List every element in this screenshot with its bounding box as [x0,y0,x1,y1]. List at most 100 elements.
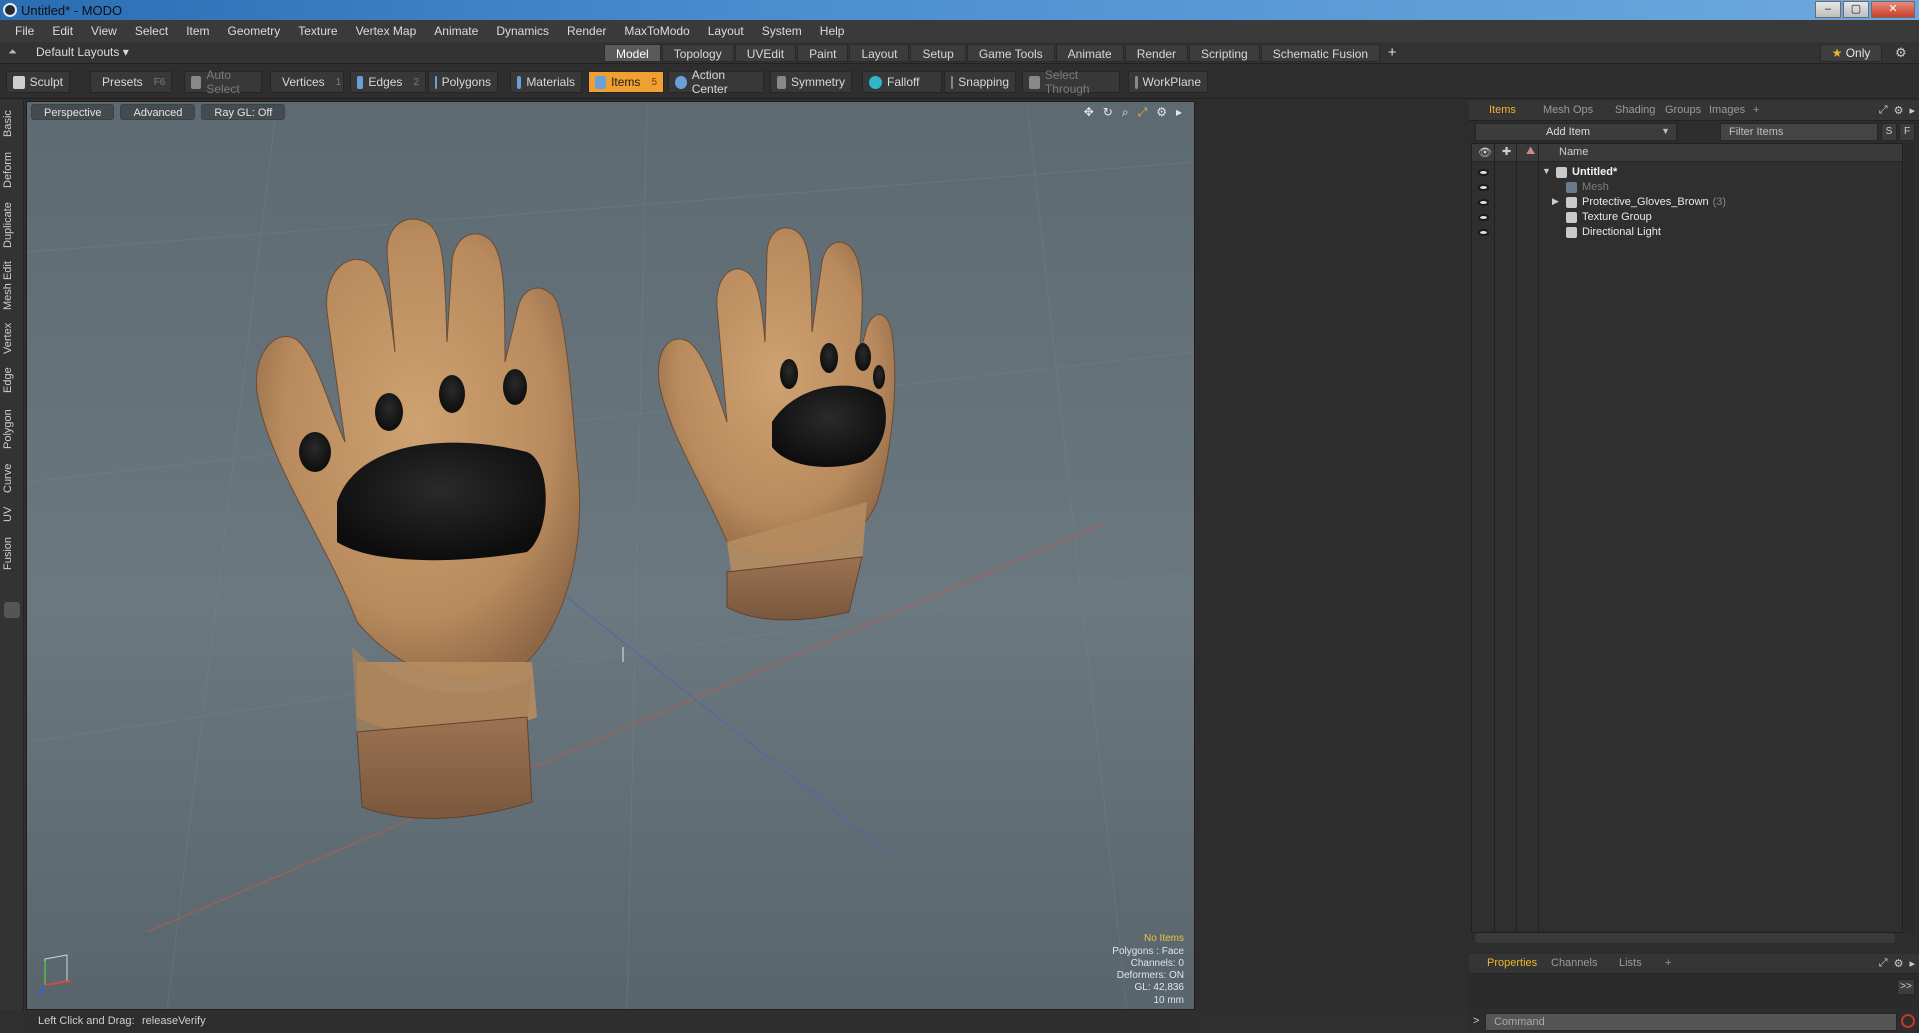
chevron-right-icon[interactable]: ▶ [1552,196,1559,207]
filter-f-button[interactable]: F [1899,123,1915,141]
left-tab-edge[interactable]: Edge [2,360,22,400]
only-button[interactable]: ★ Only [1820,44,1882,62]
eye-icon[interactable] [1478,229,1489,236]
eye-icon[interactable] [1478,169,1489,176]
rotate-icon[interactable]: ↻ [1103,105,1113,120]
minimize-button[interactable]: – [1815,1,1841,18]
panel-tab-images[interactable]: Images [1709,104,1745,116]
command-input[interactable]: Command [1485,1013,1897,1031]
tab-schematic-fusion[interactable]: Schematic Fusion [1260,44,1381,62]
left-tab-basic[interactable]: Basic [2,104,22,144]
3d-viewport[interactable]: Perspective Advanced Ray GL: Off ✥ ↻ ⌕ ⤢… [26,101,1195,1010]
shading-mode-dropdown[interactable]: Advanced [120,104,196,120]
tab-scripting[interactable]: Scripting [1189,44,1260,62]
left-tab-duplicate[interactable]: Duplicate [2,196,22,254]
add-panel-tab-button[interactable]: + [1753,104,1759,116]
layout-dropdown[interactable]: Default Layouts ▾ [36,45,129,59]
left-tab-deform[interactable]: Deform [2,146,22,194]
tab-render[interactable]: Render [1124,44,1189,62]
view-type-dropdown[interactable]: Perspective [31,104,115,120]
panel-tab-mesh-ops[interactable]: Mesh Ops [1543,104,1593,116]
add-item-button[interactable]: Add Item ▼ [1475,123,1677,141]
symmetry-button[interactable]: Symmetry [770,71,852,93]
right-glove-model[interactable] [657,227,896,621]
tree-vertical-scrollbar[interactable] [1905,143,1915,933]
materials-button[interactable]: Materials [510,71,582,93]
presets-button[interactable]: Presets F6 [90,71,172,93]
menu-dynamics[interactable]: Dynamics [487,24,558,38]
snapping-button[interactable]: Snapping [944,71,1016,93]
properties-tab-lists[interactable]: Lists [1619,957,1642,969]
chevron-down-icon[interactable]: ▼ [1542,166,1551,176]
edges-button[interactable]: Edges 2 [350,71,426,93]
filter-items-input[interactable]: Filter Items [1720,123,1878,141]
menu-vertex-map[interactable]: Vertex Map [347,24,426,38]
tab-layout[interactable]: Layout [849,44,910,62]
tab-topology[interactable]: Topology [661,44,734,62]
properties-menu-icon[interactable]: ▸ [1909,957,1915,970]
raygl-toggle[interactable]: Ray GL: Off [201,104,286,120]
menu-system[interactable]: System [753,24,811,38]
panel-menu-icon[interactable]: ▸ [1909,104,1915,117]
properties-tab-channels[interactable]: Channels [1551,957,1597,969]
eye-icon[interactable] [1478,214,1489,221]
action-center-button[interactable]: Action Center [668,68,764,96]
gear-icon[interactable]: ⚙ [1895,45,1907,61]
menu-select[interactable]: Select [126,24,177,38]
maximize-viewport-icon[interactable]: ⤢ [1138,105,1148,120]
auto-select-button[interactable]: Auto Select [184,68,262,96]
panel-tab-items[interactable]: Items [1489,104,1516,116]
menu-layout[interactable]: Layout [699,24,753,38]
tab-game-tools[interactable]: Game Tools [966,44,1055,62]
menu-render[interactable]: Render [558,24,615,38]
properties-tab-properties[interactable]: Properties [1487,957,1537,969]
left-tab-polygon[interactable]: Polygon [2,402,22,456]
menu-edit[interactable]: Edit [43,24,82,38]
left-tab-curve[interactable]: Curve [2,458,22,498]
zoom-icon[interactable]: ⌕ [1122,105,1129,120]
panel-tab-groups[interactable]: Groups [1665,104,1701,116]
menu-view[interactable]: View [82,24,126,38]
tree-row[interactable]: Directional Light [1472,224,1902,242]
filter-s-button[interactable]: S [1881,123,1897,141]
layout-collapse-icon[interactable]: ⏶ [8,46,17,59]
menu-item[interactable]: Item [177,24,218,38]
vertices-button[interactable]: Vertices 1 [270,71,344,93]
sculpt-button[interactable]: Sculpt [6,71,70,93]
falloff-button[interactable]: Falloff [862,71,942,93]
pan-icon[interactable]: ✥ [1084,105,1094,120]
close-button[interactable]: ✕ [1871,1,1915,18]
select-through-button[interactable]: Select Through [1022,68,1120,96]
polygons-button[interactable]: Polygons [428,71,498,93]
panel-tab-shading[interactable]: Shading [1615,104,1655,116]
workplane-button[interactable]: WorkPlane [1128,71,1208,93]
left-tab-mesh-edit[interactable]: Mesh Edit [2,256,22,316]
panel-settings-icon[interactable]: ⚙ [1894,104,1904,117]
left-tab-vertex[interactable]: Vertex [2,318,22,358]
panel-maximize-icon[interactable]: ⤢ [1879,104,1888,117]
menu-geometry[interactable]: Geometry [219,24,290,38]
left-glove-model[interactable] [255,218,580,819]
eye-icon[interactable] [1478,184,1489,191]
menu-help[interactable]: Help [811,24,854,38]
tab-animate[interactable]: Animate [1055,44,1124,62]
viewport-settings-icon[interactable]: ⚙ [1156,105,1167,120]
properties-settings-icon[interactable]: ⚙ [1894,957,1904,970]
maximize-button[interactable]: ▢ [1843,1,1869,18]
viewport-menu-icon[interactable]: ▸ [1176,105,1182,120]
expand-button[interactable]: >> [1897,979,1915,995]
stop-icon[interactable] [1901,1014,1915,1028]
tab-model[interactable]: Model [604,44,661,62]
toolbox-toggle-button[interactable] [4,602,20,618]
tab-paint[interactable]: Paint [797,44,849,62]
eye-icon[interactable] [1478,199,1489,206]
add-tab-button[interactable]: + [1381,44,1403,62]
add-properties-tab-button[interactable]: + [1665,957,1671,969]
left-tab-uv[interactable]: UV [2,500,22,528]
menu-maxtomodo[interactable]: MaxToModo [615,24,698,38]
name-column-header[interactable]: Name [1559,146,1588,158]
left-tab-fusion[interactable]: Fusion [2,530,22,576]
tab-setup[interactable]: Setup [910,44,966,62]
tab-uvedit[interactable]: UVEdit [734,44,797,62]
items-button[interactable]: Items 5 [588,71,664,93]
